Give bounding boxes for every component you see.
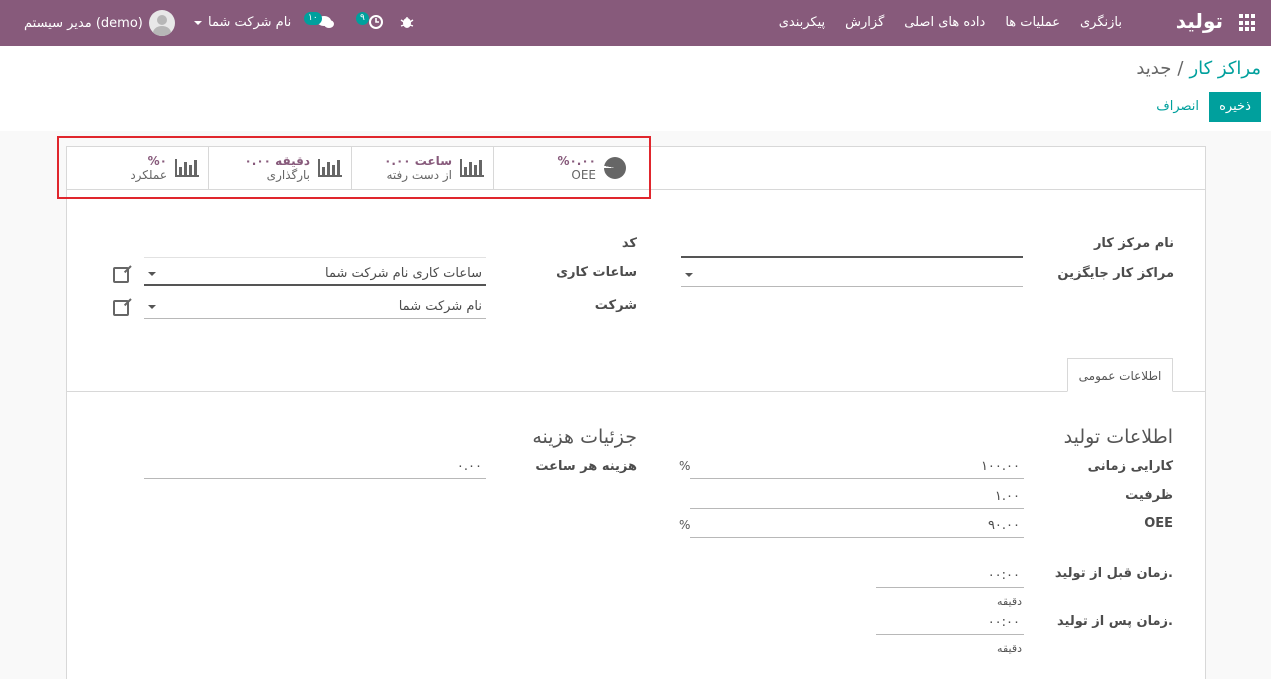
company-value: نام شرکت شما [398,299,482,314]
time-efficiency-value: ۱۰۰.۰۰ [980,459,1020,474]
chevron-down-icon [194,20,202,25]
menu-item-operations[interactable]: عملیات ها [1005,15,1060,30]
top-navbar: تولید بازنگری عملیات ها داده های اصلی گز… [0,0,1271,46]
apps-grid-icon[interactable] [1239,14,1257,32]
cost-per-hour-label: هزینه هر ساعت [535,459,637,474]
setup-time-unit: دقیقه [997,595,1022,608]
working-hours-label: ساعات کاری [556,265,637,280]
avatar [148,10,175,36]
external-link-icon[interactable] [113,300,129,316]
company-switcher[interactable]: نام شرکت شما [194,15,291,30]
working-hours-select[interactable]: ساعات کاری نام شرکت شما [144,262,486,286]
bug-icon[interactable] [399,14,415,30]
time-efficiency-label: کارایی زمانی [1087,459,1173,474]
cost-per-hour-value: ۰.۰۰ [456,459,482,474]
cost-details-title: جزئیات هزینه [532,426,637,448]
production-info-title: اطلاعات تولید [1063,426,1173,448]
messaging-menu[interactable]: ۱۰ [304,12,334,32]
tabs-divider [66,391,1206,392]
app-brand[interactable]: تولید [1176,9,1223,33]
company-select[interactable]: نام شرکت شما [144,295,486,319]
cost-per-hour-input[interactable]: ۰.۰۰ [144,455,486,479]
working-hours-value: ساعات کاری نام شرکت شما [325,266,482,281]
menu-item-reporting[interactable]: گزارش [845,15,884,30]
company-name: نام شرکت شما [208,15,292,30]
discard-button[interactable]: انصراف [1156,99,1199,114]
code-input[interactable] [144,234,486,258]
setup-time-label: زمان قبل از تولید. [1054,566,1173,581]
external-link-icon[interactable] [113,267,129,283]
chevron-down-icon [148,305,156,309]
menu-item-configuration[interactable]: پیکربندی [779,15,825,30]
capacity-input[interactable]: ۱.۰۰ [690,485,1024,509]
breadcrumb-separator: / [1177,58,1184,79]
cleanup-time-label: زمان پس از تولید. [1057,614,1173,629]
menu-item-review[interactable]: بازنگری [1080,15,1122,30]
name-input[interactable] [681,234,1023,258]
highlight-box [57,136,651,199]
chat-count-badge: ۱۰ [304,12,322,25]
percent-unit: % [679,459,691,473]
company-label: شرکت [594,298,637,313]
setup-time-input[interactable]: ۰۰:۰۰ [876,564,1024,588]
tab-general-info[interactable]: اطلاعات عمومی [1067,358,1173,392]
chevron-down-icon [685,273,693,277]
chevron-down-icon [148,272,156,276]
capacity-label: ظرفیت [1125,488,1173,503]
cleanup-time-value: ۰۰:۰۰ [987,615,1020,630]
alternative-select[interactable] [681,263,1023,287]
breadcrumb-current: جدید [1136,58,1172,79]
code-label: کد [621,236,637,251]
oee-value: ۹۰.۰۰ [987,518,1020,533]
main-menu: بازنگری عملیات ها داده های اصلی گزارش پی… [779,15,1122,30]
activity-menu[interactable]: ۹ [356,12,386,32]
name-label: نام مرکز کار [1093,236,1174,251]
capacity-value: ۱.۰۰ [994,489,1020,504]
user-menu[interactable]: مدیر سیستم (demo) [24,10,175,36]
breadcrumb: مراکز کار / جدید [1136,58,1261,79]
form-sheet: %۰.۰۰ OEE ۰.۰۰ ساعت از دست رفته ۰.۰۰ دقی… [66,146,1206,679]
activity-count-badge: ۹ [356,12,369,25]
menu-item-master-data[interactable]: داده های اصلی [904,15,985,30]
time-efficiency-input[interactable]: ۱۰۰.۰۰ [690,455,1024,479]
user-name: مدیر سیستم (demo) [24,15,143,31]
cleanup-time-input[interactable]: ۰۰:۰۰ [876,611,1024,635]
cleanup-time-unit: دقیقه [997,642,1022,655]
save-button[interactable]: ذخیره [1209,92,1261,122]
percent-unit: % [679,518,691,532]
alternative-label: مراکز کار جایگزین [1057,266,1174,281]
oee-label: OEE [1144,516,1173,531]
oee-input[interactable]: ۹۰.۰۰ [690,514,1024,538]
breadcrumb-parent[interactable]: مراکز کار [1189,58,1261,79]
setup-time-value: ۰۰:۰۰ [987,568,1020,583]
